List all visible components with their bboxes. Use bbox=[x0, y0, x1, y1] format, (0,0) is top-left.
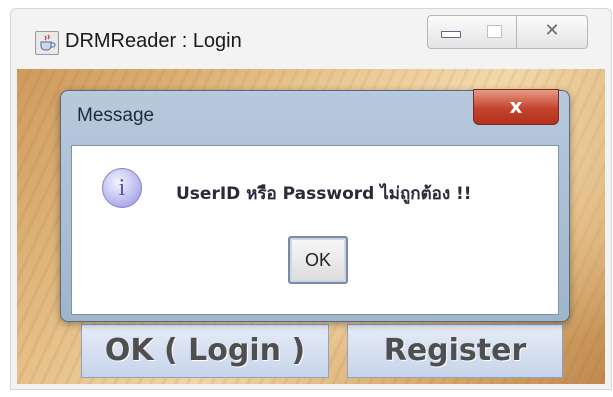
message-dialog: Message x i UserID หรือ Password ไม่ถูกต… bbox=[60, 89, 570, 322]
info-icon: i bbox=[102, 168, 142, 208]
dialog-close-button[interactable]: x bbox=[473, 89, 559, 125]
close-icon: x bbox=[509, 94, 523, 118]
dialog-title: Message bbox=[77, 105, 155, 126]
dialog-body: i UserID หรือ Password ไม่ถูกต้อง !! OK bbox=[71, 145, 559, 315]
minimize-button[interactable] bbox=[427, 15, 473, 49]
maximize-button[interactable] bbox=[472, 15, 517, 49]
window-title: DRMReader : Login bbox=[65, 30, 242, 52]
error-message: UserID หรือ Password ไม่ถูกต้อง !! bbox=[176, 184, 472, 204]
java-cup-icon bbox=[35, 31, 59, 55]
close-icon: ✕ bbox=[544, 20, 560, 41]
login-button[interactable]: OK ( Login ) bbox=[81, 324, 329, 378]
close-window-button[interactable]: ✕ bbox=[517, 15, 588, 49]
window-titlebar[interactable]: DRMReader : Login ✕ bbox=[11, 9, 611, 69]
register-button[interactable]: Register bbox=[347, 324, 563, 378]
ok-button[interactable]: OK bbox=[288, 236, 348, 284]
